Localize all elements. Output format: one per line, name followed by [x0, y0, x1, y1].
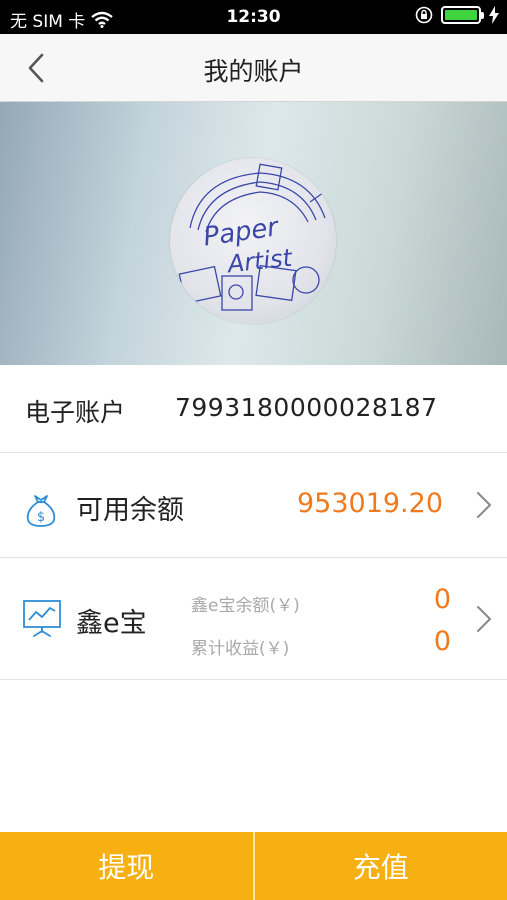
xinebao-row[interactable]: 鑫e宝 鑫e宝余额(￥) 累计收益(￥) 0 0	[0, 558, 507, 680]
bottom-action-bar: 提现 充值	[0, 832, 507, 900]
nav-bar: 我的账户	[0, 34, 507, 102]
xinebao-label: 鑫e宝	[76, 608, 147, 639]
balance-value: 953019.20	[296, 488, 443, 519]
xinebao-income-value: 0	[433, 626, 451, 657]
balance-row[interactable]: $ 可用余额 953019.20	[0, 453, 507, 558]
charging-icon	[489, 6, 499, 24]
page-title: 我的账户	[203, 57, 304, 86]
balance-label: 可用余额	[76, 495, 184, 526]
chevron-right-icon[interactable]	[475, 604, 493, 634]
account-label: 电子账户	[25, 398, 126, 427]
profile-banner: Paper Artist	[0, 102, 507, 365]
avatar-logo-line2: Artist	[224, 244, 294, 279]
money-bag-icon: $	[26, 495, 56, 527]
rotation-lock-icon	[415, 6, 433, 24]
svg-text:$: $	[37, 510, 45, 525]
chevron-right-icon[interactable]	[475, 490, 493, 520]
battery-icon	[441, 6, 484, 24]
withdraw-button[interactable]: 提现	[0, 832, 253, 900]
status-right	[415, 6, 499, 24]
xinebao-income-label: 累计收益(￥)	[191, 639, 290, 659]
account-row: 电子账户 7993180000028187	[0, 365, 507, 453]
recharge-button[interactable]: 充值	[255, 832, 507, 900]
xinebao-balance-value: 0	[433, 584, 451, 615]
xinebao-balance-label: 鑫e宝余额(￥)	[191, 596, 300, 616]
status-bar: 无 SIM 卡 12:30	[0, 0, 507, 34]
avatar[interactable]: Paper Artist	[170, 158, 336, 324]
avatar-sketch-image: Paper Artist	[178, 163, 331, 311]
account-number: 7993180000028187	[175, 393, 438, 422]
chart-board-icon	[23, 600, 61, 637]
